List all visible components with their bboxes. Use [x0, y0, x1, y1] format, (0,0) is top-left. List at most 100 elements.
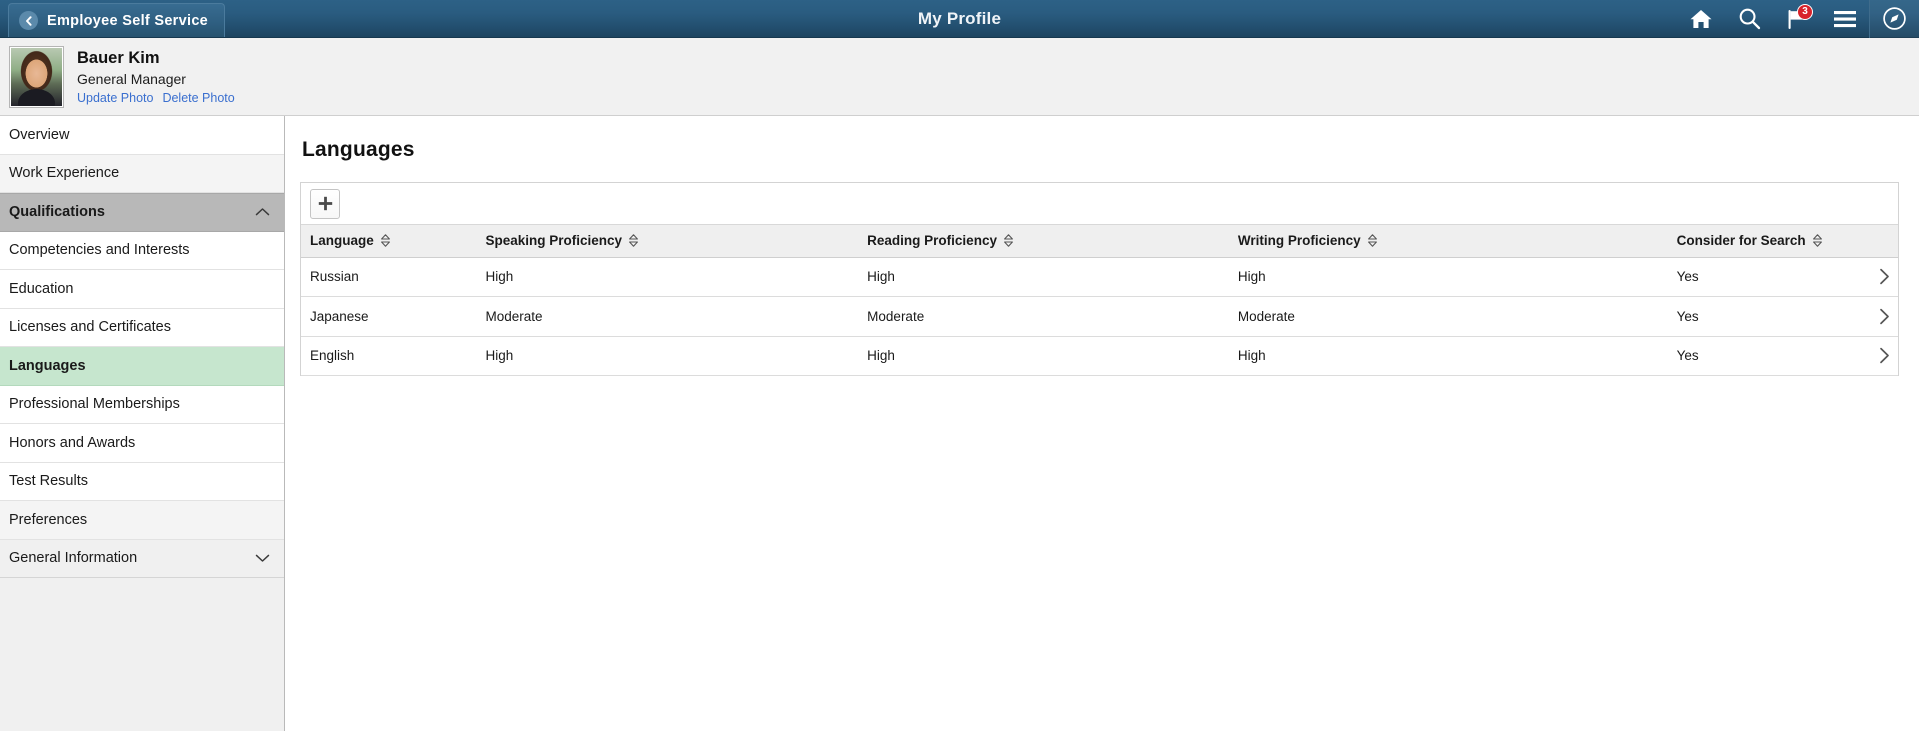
sort-icon[interactable]: [628, 234, 639, 247]
column-header-label: Writing Proficiency: [1238, 233, 1378, 248]
back-button[interactable]: Employee Self Service: [8, 3, 226, 37]
sidebar-item-education[interactable]: Education: [0, 270, 284, 309]
row-detail-chevron-right-icon[interactable]: [1832, 296, 1898, 337]
cell-reading: Moderate: [858, 296, 1229, 337]
cell-consider: Yes: [1667, 257, 1833, 297]
cell-reading: High: [858, 257, 1229, 297]
cell-language: Japanese: [301, 296, 477, 337]
sidebar-navigation: Overview Work Experience Qualifications Com…: [0, 116, 285, 731]
home-icon[interactable]: [1677, 0, 1725, 38]
sidebar-item-label: Overview: [9, 126, 70, 143]
cell-writing: High: [1228, 257, 1668, 297]
column-header-label: Speaking Proficiency: [485, 233, 639, 248]
column-header-label: Reading Proficiency: [867, 233, 1014, 248]
top-header-icon-group: 3: [1677, 0, 1919, 38]
sidebar-item-licenses-and-certificates[interactable]: Licenses and Certificates: [0, 308, 284, 347]
sidebar-empty-space: [0, 578, 284, 731]
sidebar-item-professional-memberships[interactable]: Professional Memberships: [0, 385, 284, 424]
sidebar-item-label: Languages: [9, 357, 86, 374]
cell-language: English: [301, 336, 477, 376]
table-row[interactable]: English High High High Yes: [301, 336, 1898, 376]
column-header-label: Consider for Search: [1677, 233, 1823, 248]
table-row[interactable]: Russian High High High Yes: [301, 257, 1898, 297]
page-title: Languages: [302, 138, 415, 161]
profile-identity: Bauer Kim General Manager Update Photo D…: [77, 48, 235, 105]
content-body: Overview Work Experience Qualifications Com…: [0, 116, 1919, 731]
row-detail-chevron-right-icon[interactable]: [1832, 257, 1898, 297]
sort-icon[interactable]: [1812, 234, 1823, 247]
sort-icon[interactable]: [380, 234, 391, 247]
top-header-bar: Employee Self Service My Profile 3: [0, 0, 1919, 38]
table-body: Russian High High High Yes Japanese Moderate Mo…: [301, 257, 1898, 376]
column-header-text: Writing Proficiency: [1237, 233, 1361, 249]
sidebar-item-label: Honors and Awards: [9, 434, 136, 451]
column-header-label: Language: [310, 233, 391, 248]
column-header-text: Speaking Proficiency: [485, 233, 623, 249]
chevron-up-icon: [255, 207, 270, 217]
employee-name: Bauer Kim: [77, 49, 160, 68]
column-reading-proficiency[interactable]: Reading Proficiency: [858, 225, 1229, 258]
languages-table: Language Speaking Proficiency Reading Prof…: [301, 225, 1898, 376]
languages-grid: Language Speaking Proficiency Reading Prof…: [300, 182, 1899, 376]
sidebar-item-label: Professional Memberships: [9, 396, 180, 413]
add-language-button[interactable]: [310, 188, 340, 219]
delete-photo-link[interactable]: Delete Photo: [162, 91, 234, 105]
cell-writing: Moderate: [1228, 296, 1668, 337]
search-icon[interactable]: [1725, 0, 1773, 38]
sidebar-item-label: Test Results: [9, 473, 88, 490]
table-header-row: Language Speaking Proficiency Reading Prof…: [301, 225, 1898, 258]
sidebar-item-label: Education: [9, 280, 74, 297]
update-photo-link[interactable]: Update Photo: [77, 91, 153, 105]
chevron-left-icon: [19, 11, 38, 30]
sort-icon[interactable]: [1003, 234, 1014, 247]
column-header-text: Consider for Search: [1676, 233, 1806, 249]
back-button-label: Employee Self Service: [47, 12, 209, 29]
sidebar-item-work-experience[interactable]: Work Experience: [0, 154, 284, 193]
sort-icon[interactable]: [1367, 234, 1378, 247]
column-language[interactable]: Language: [301, 225, 477, 258]
sidebar-item-label: General Information: [9, 550, 138, 567]
cell-speaking: High: [476, 336, 859, 376]
sidebar-item-list: Overview Work Experience Qualifications Com…: [0, 116, 284, 578]
employee-job-title: General Manager: [77, 70, 186, 87]
cell-reading: High: [858, 336, 1229, 376]
cell-consider: Yes: [1667, 336, 1833, 376]
sidebar-item-languages[interactable]: Languages: [0, 347, 284, 386]
sidebar-group-qualifications[interactable]: Qualifications: [0, 193, 284, 232]
main-content-area: Languages Language Speaking Proficiency Re…: [285, 116, 1919, 731]
column-header-text: Reading Proficiency: [867, 233, 997, 249]
grid-toolbar: [301, 183, 1898, 225]
notification-badge: 3: [1797, 3, 1813, 20]
chevron-down-icon: [255, 553, 270, 563]
menu-icon[interactable]: [1821, 0, 1869, 38]
sidebar-item-label: Preferences: [9, 511, 88, 528]
sidebar-item-honors-and-awards[interactable]: Honors and Awards: [0, 424, 284, 463]
column-speaking-proficiency[interactable]: Speaking Proficiency: [476, 225, 859, 258]
column-row-action: [1832, 225, 1898, 258]
cell-speaking: Moderate: [476, 296, 859, 337]
avatar: [9, 45, 64, 108]
sidebar-item-preferences[interactable]: Preferences: [0, 501, 284, 540]
profile-header-strip: Bauer Kim General Manager Update Photo D…: [0, 38, 1919, 116]
table-row[interactable]: Japanese Moderate Moderate Moderate Yes: [301, 296, 1898, 337]
sidebar-item-label: Work Experience: [9, 165, 120, 182]
row-detail-chevron-right-icon[interactable]: [1832, 336, 1898, 376]
notifications-icon[interactable]: 3: [1773, 0, 1821, 38]
employee-photo: [11, 47, 62, 106]
navbar-icon[interactable]: [1869, 0, 1919, 38]
cell-consider: Yes: [1667, 296, 1833, 337]
column-header-text: Language: [310, 233, 374, 249]
sidebar-item-overview[interactable]: Overview: [0, 116, 284, 155]
sidebar-item-competencies-and-interests[interactable]: Competencies and Interests: [0, 231, 284, 270]
sidebar-item-test-results[interactable]: Test Results: [0, 462, 284, 501]
cell-language: Russian: [301, 257, 477, 297]
column-writing-proficiency[interactable]: Writing Proficiency: [1228, 225, 1668, 258]
cell-writing: High: [1228, 336, 1668, 376]
column-consider-for-search[interactable]: Consider for Search: [1667, 225, 1833, 258]
sidebar-group-general-information[interactable]: General Information: [0, 539, 284, 578]
sidebar-item-label: Licenses and Certificates: [9, 319, 171, 336]
page-header-title: My Profile: [917, 8, 1002, 28]
photo-action-links: Update Photo Delete Photo: [77, 91, 235, 105]
cell-speaking: High: [476, 257, 859, 297]
sidebar-item-label: Qualifications: [9, 204, 105, 221]
